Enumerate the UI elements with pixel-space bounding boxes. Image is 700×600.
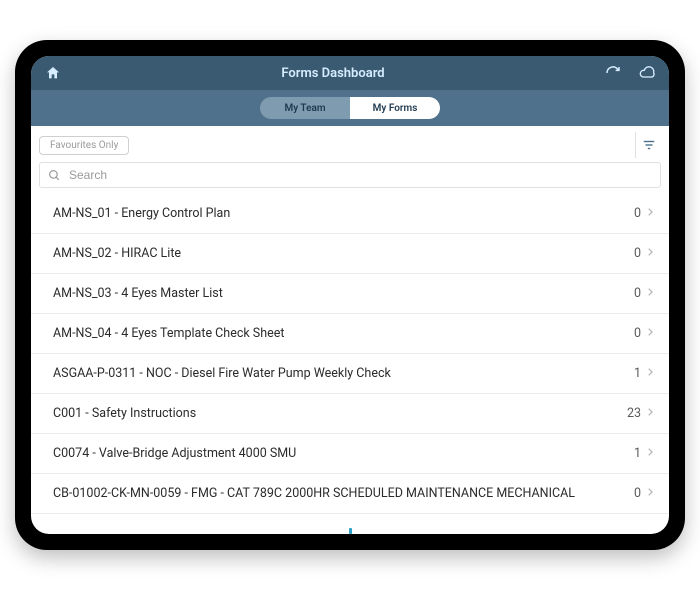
form-count: 0 <box>634 246 641 261</box>
search-input[interactable] <box>69 168 652 182</box>
form-count: 23 <box>627 406 641 421</box>
app-header: Forms Dashboard <box>31 56 669 90</box>
filter-icon[interactable] <box>635 132 661 158</box>
chevron-right-icon <box>645 206 655 222</box>
form-label: AM-NS_03 - 4 Eyes Master List <box>53 286 634 301</box>
refresh-icon[interactable] <box>603 63 623 83</box>
cloud-icon[interactable] <box>637 63 657 83</box>
chevron-right-icon <box>645 406 655 422</box>
form-row[interactable]: ASGAA-P-0311 - NOC - Diesel Fire Water P… <box>31 354 669 394</box>
form-label: CB-01002-CK-MN-0059 - FMG - CAT 789C 200… <box>53 486 634 501</box>
form-row[interactable]: C001 - Safety Instructions23 <box>31 394 669 434</box>
tab-bar: My Team My Forms <box>31 90 669 126</box>
search-row <box>31 162 669 194</box>
chevron-right-icon <box>645 286 655 302</box>
chevron-right-icon <box>645 326 655 342</box>
form-row[interactable]: C0074 - Valve-Bridge Adjustment 4000 SMU… <box>31 434 669 474</box>
form-count: 0 <box>634 206 641 221</box>
form-count: 1 <box>634 446 641 461</box>
form-label: AM-NS_04 - 4 Eyes Template Check Sheet <box>53 326 634 341</box>
form-row[interactable]: CB-01002-CK-MN-0059 - FMG - CAT 789C 200… <box>31 474 669 514</box>
form-row[interactable]: AM-NS_04 - 4 Eyes Template Check Sheet0 <box>31 314 669 354</box>
search-field[interactable] <box>39 162 661 188</box>
form-label: AM-NS_01 - Energy Control Plan <box>53 206 634 221</box>
home-icon[interactable] <box>43 63 63 83</box>
chevron-right-icon <box>645 486 655 502</box>
chevron-right-icon <box>645 446 655 462</box>
form-label: C001 - Safety Instructions <box>53 406 627 421</box>
page-title: Forms Dashboard <box>63 66 603 81</box>
tab-my-forms[interactable]: My Forms <box>350 97 440 119</box>
form-label: ASGAA-P-0311 - NOC - Diesel Fire Water P… <box>53 366 634 381</box>
chevron-right-icon <box>645 366 655 382</box>
form-row[interactable]: AM-NS_03 - 4 Eyes Master List0 <box>31 274 669 314</box>
form-row[interactable]: AM-NS_01 - Energy Control Plan0 <box>31 194 669 234</box>
segmented-control: My Team My Forms <box>260 97 440 119</box>
filters-row: Favourites Only <box>31 126 669 162</box>
search-icon <box>48 169 61 182</box>
forms-list[interactable]: AM-NS_01 - Energy Control Plan0AM-NS_02 … <box>31 194 669 524</box>
form-count: 1 <box>634 366 641 381</box>
chevron-right-icon <box>645 246 655 262</box>
tablet-frame: Forms Dashboard My Team My Forms Favouri… <box>15 40 685 550</box>
form-row[interactable]: AM-NS_02 - HIRAC Lite0 <box>31 234 669 274</box>
favourites-only-chip[interactable]: Favourites Only <box>39 136 129 155</box>
screen: Forms Dashboard My Team My Forms Favouri… <box>31 56 669 534</box>
form-count: 0 <box>634 286 641 301</box>
tab-my-team[interactable]: My Team <box>260 97 350 119</box>
form-label: AM-NS_02 - HIRAC Lite <box>53 246 634 261</box>
form-count: 0 <box>634 326 641 341</box>
form-row[interactable]: CC-01000-CK-MN-0002 - FMG - Fill and Dra… <box>31 514 669 524</box>
form-count: 0 <box>634 486 641 501</box>
form-label: C0074 - Valve-Bridge Adjustment 4000 SMU <box>53 446 634 461</box>
home-indicator <box>31 524 669 534</box>
